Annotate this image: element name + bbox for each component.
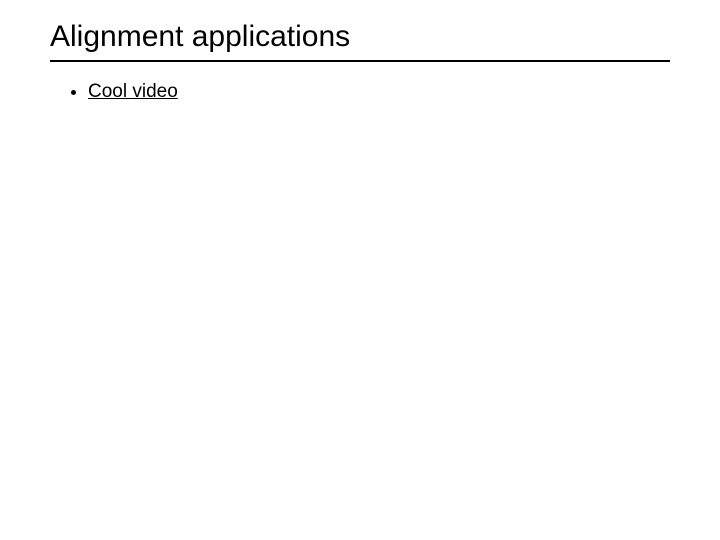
slide-container: Alignment applications Cool video — [0, 0, 720, 540]
slide-content: Cool video — [50, 78, 670, 107]
bullet-list: Cool video — [60, 78, 670, 107]
video-link[interactable]: Cool video — [88, 81, 178, 102]
slide-title: Alignment applications — [50, 20, 670, 62]
bullet-item: Cool video — [88, 78, 670, 107]
